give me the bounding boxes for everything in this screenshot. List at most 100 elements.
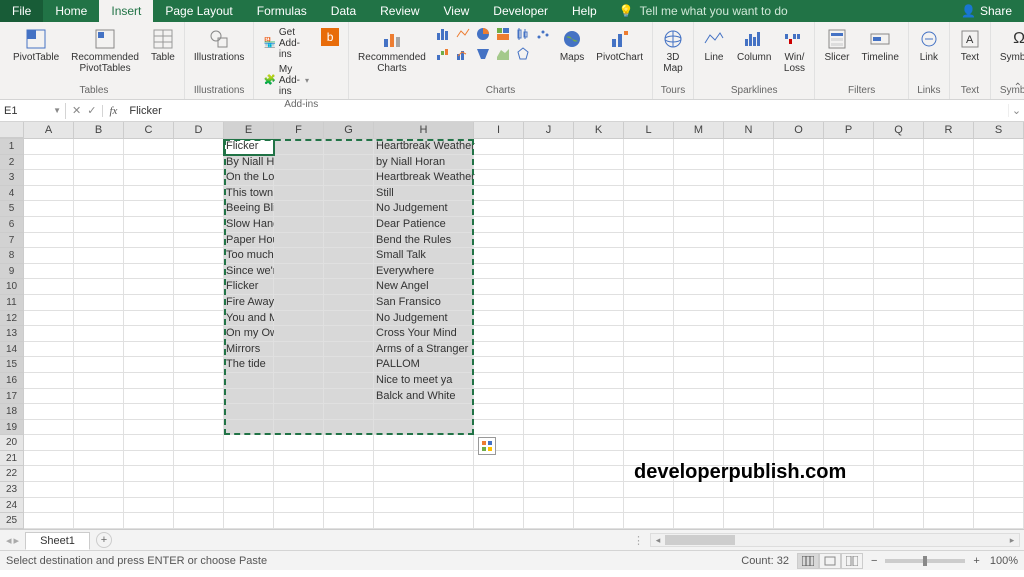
cell[interactable]: On the Loose	[224, 170, 274, 186]
cell[interactable]	[174, 201, 224, 217]
cell[interactable]	[24, 404, 74, 420]
cell[interactable]	[824, 435, 874, 451]
cell[interactable]	[524, 186, 574, 202]
cell[interactable]	[74, 248, 124, 264]
tab-developer[interactable]: Developer	[481, 0, 560, 22]
row-header[interactable]: 7	[0, 233, 24, 249]
cell[interactable]	[124, 513, 174, 529]
cell[interactable]	[774, 186, 824, 202]
cell[interactable]	[24, 326, 74, 342]
row-header[interactable]: 4	[0, 186, 24, 202]
view-page-layout-button[interactable]	[819, 553, 841, 569]
quick-analysis-button[interactable]	[478, 437, 496, 455]
cell[interactable]	[524, 170, 574, 186]
cell[interactable]	[274, 295, 324, 311]
cell[interactable]	[24, 264, 74, 280]
cell[interactable]: Balck and White	[374, 389, 474, 405]
formula-input[interactable]: Flicker	[123, 103, 1008, 119]
cell[interactable]	[874, 513, 924, 529]
cell[interactable]	[124, 139, 174, 155]
cell[interactable]: No Judgement	[374, 311, 474, 327]
column-header-E[interactable]: E	[224, 122, 274, 138]
cell[interactable]	[874, 279, 924, 295]
cell[interactable]	[324, 357, 374, 373]
cell[interactable]	[874, 404, 924, 420]
cell[interactable]	[274, 389, 324, 405]
cell[interactable]	[874, 466, 924, 482]
zoom-slider-handle[interactable]	[923, 556, 927, 566]
row-header[interactable]: 8	[0, 248, 24, 264]
cell[interactable]	[974, 435, 1024, 451]
cell[interactable]	[474, 498, 524, 514]
cell[interactable]	[824, 482, 874, 498]
tab-view[interactable]: View	[432, 0, 482, 22]
cell[interactable]	[124, 217, 174, 233]
cell[interactable]	[774, 155, 824, 171]
cell[interactable]	[924, 466, 974, 482]
cell[interactable]	[24, 498, 74, 514]
cell[interactable]	[524, 217, 574, 233]
cell[interactable]	[274, 155, 324, 171]
cell[interactable]	[474, 420, 524, 436]
cell[interactable]	[924, 217, 974, 233]
cell[interactable]	[574, 186, 624, 202]
cell[interactable]	[874, 435, 924, 451]
cell[interactable]	[124, 201, 174, 217]
cell[interactable]	[624, 186, 674, 202]
column-header-K[interactable]: K	[574, 122, 624, 138]
cell[interactable]	[324, 466, 374, 482]
cell[interactable]	[824, 357, 874, 373]
cell[interactable]	[274, 498, 324, 514]
cell[interactable]	[874, 170, 924, 186]
cell[interactable]	[724, 279, 774, 295]
zoom-in-button[interactable]: +	[973, 555, 979, 567]
formula-expand-button[interactable]: ⌄	[1008, 104, 1024, 117]
column-header-M[interactable]: M	[674, 122, 724, 138]
cell[interactable]	[574, 498, 624, 514]
cell[interactable]	[24, 279, 74, 295]
share-button[interactable]: 👤 Share	[949, 0, 1024, 22]
cell[interactable]: Slow Hands	[224, 217, 274, 233]
cell[interactable]	[124, 404, 174, 420]
cell[interactable]	[274, 342, 324, 358]
tab-page-layout[interactable]: Page Layout	[153, 0, 244, 22]
cell[interactable]	[124, 279, 174, 295]
column-header-J[interactable]: J	[524, 122, 574, 138]
cell[interactable]: Arms of a Stranger	[374, 342, 474, 358]
cell[interactable]	[874, 498, 924, 514]
cell[interactable]	[774, 311, 824, 327]
cell[interactable]	[774, 435, 824, 451]
cell[interactable]	[674, 451, 724, 467]
cell[interactable]	[324, 420, 374, 436]
cell[interactable]	[924, 155, 974, 171]
cell[interactable]	[874, 311, 924, 327]
row-header[interactable]: 13	[0, 326, 24, 342]
cell[interactable]	[724, 326, 774, 342]
cell[interactable]	[624, 482, 674, 498]
row-header[interactable]: 20	[0, 435, 24, 451]
cell[interactable]	[624, 264, 674, 280]
cell[interactable]	[724, 264, 774, 280]
cell[interactable]: Heartbreak Weather	[374, 139, 474, 155]
maps-button[interactable]: Maps	[557, 26, 587, 65]
cell[interactable]	[724, 389, 774, 405]
fx-icon[interactable]: fx	[102, 105, 123, 117]
cell[interactable]	[974, 201, 1024, 217]
cell[interactable]	[324, 186, 374, 202]
cell[interactable]	[724, 217, 774, 233]
cell[interactable]	[724, 482, 774, 498]
cell[interactable]	[674, 482, 724, 498]
cell[interactable]	[624, 279, 674, 295]
cell[interactable]	[624, 170, 674, 186]
cell[interactable]	[824, 373, 874, 389]
cell[interactable]	[374, 466, 474, 482]
cell[interactable]	[974, 498, 1024, 514]
ribbon-collapse-button[interactable]: ⌃	[1014, 82, 1022, 93]
cell[interactable]	[274, 466, 324, 482]
cell[interactable]	[74, 326, 124, 342]
cell[interactable]	[774, 326, 824, 342]
cell[interactable]	[274, 170, 324, 186]
cell[interactable]	[74, 513, 124, 529]
cell[interactable]	[474, 217, 524, 233]
cell[interactable]	[724, 311, 774, 327]
